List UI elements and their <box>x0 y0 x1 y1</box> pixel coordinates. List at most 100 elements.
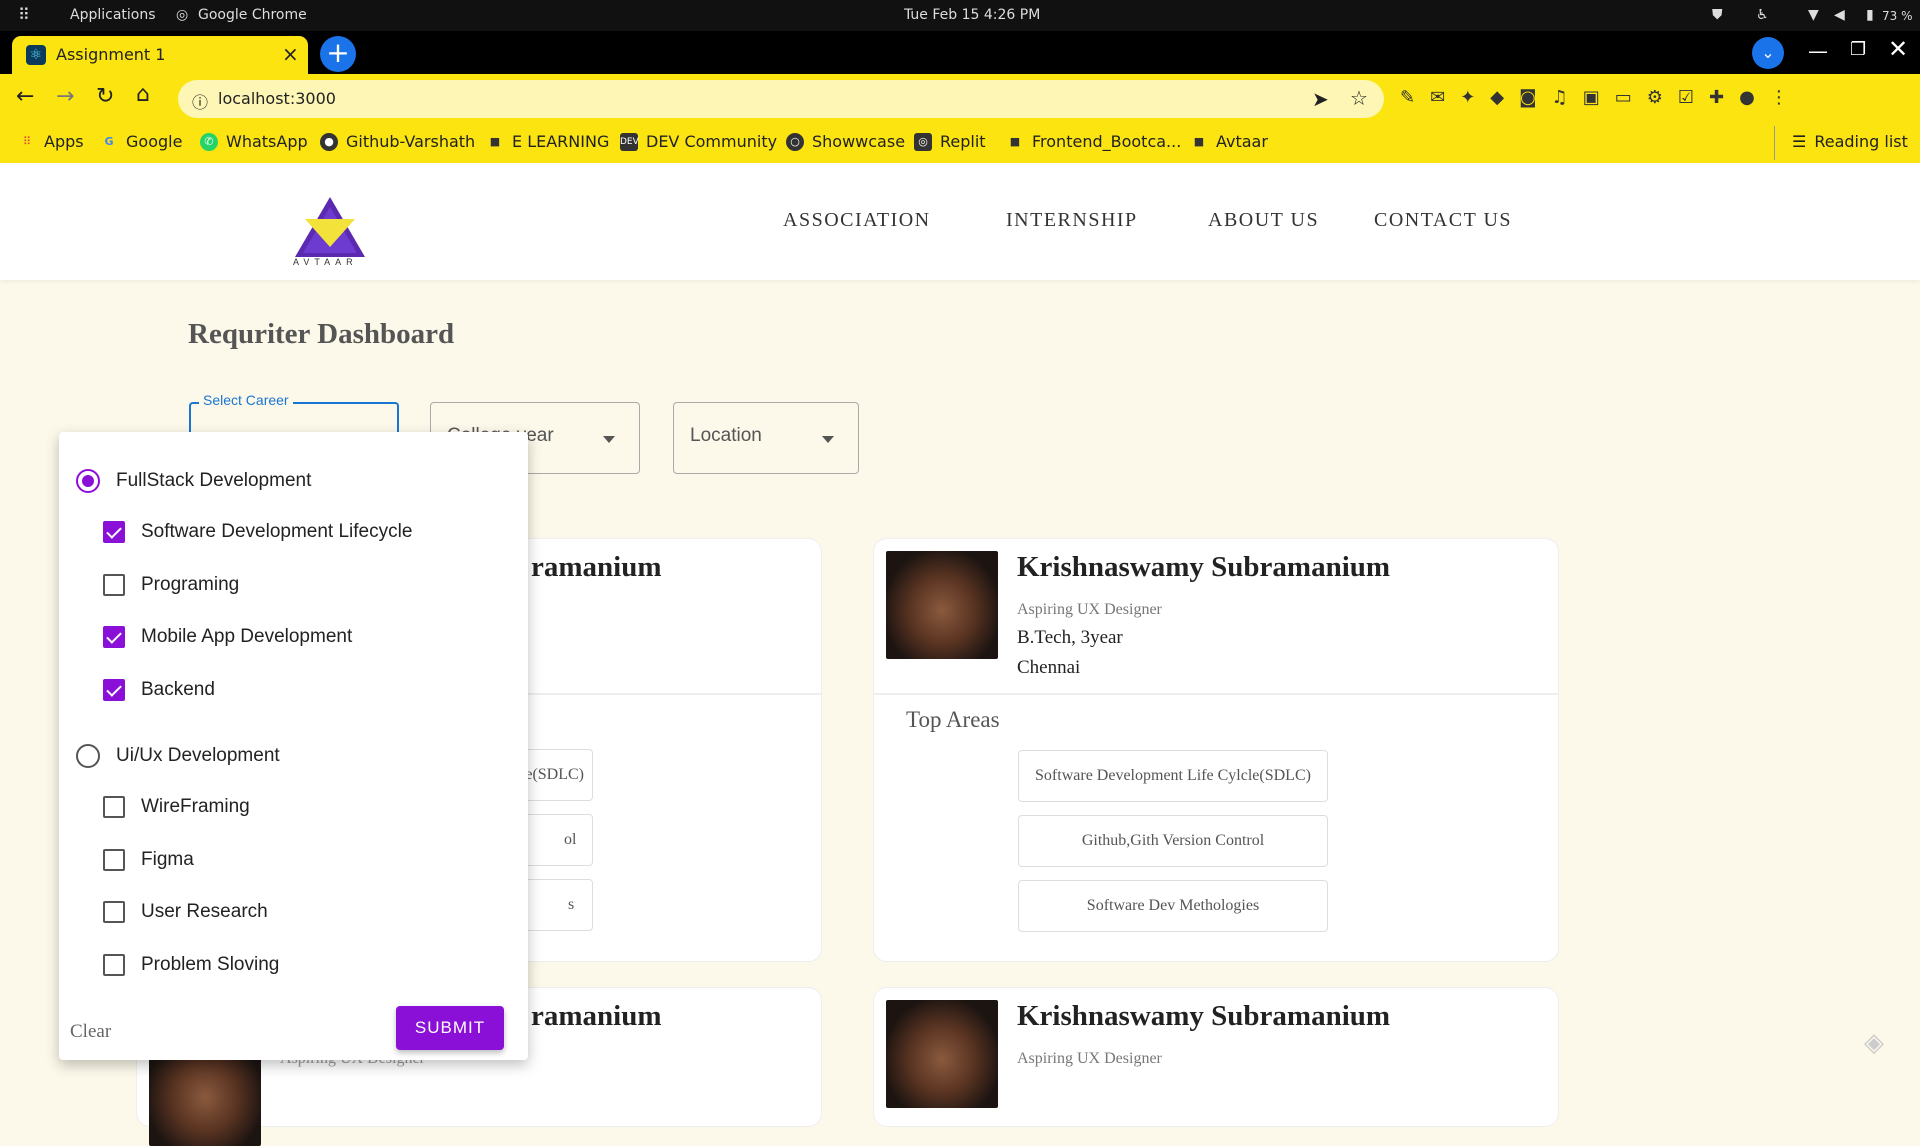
checkbox-extension-icon[interactable]: ☑ <box>1678 87 1694 108</box>
radio-uiux[interactable]: Ui/Ux Development <box>76 744 280 768</box>
checkbox-checked-icon[interactable] <box>103 521 125 543</box>
nav-contact-us[interactable]: CONTACT US <box>1374 209 1512 232</box>
settings-extension-icon[interactable]: ⚙ <box>1647 87 1663 108</box>
extension-icon[interactable]: ♫ <box>1552 87 1568 108</box>
radio-fullstack[interactable]: FullStack Development <box>76 469 311 493</box>
extension-icon[interactable]: ✦ <box>1460 87 1475 108</box>
back-icon[interactable]: ← <box>16 84 34 109</box>
checkbox-user-research[interactable]: User Research <box>103 901 268 923</box>
minimize-icon[interactable]: — <box>1808 39 1828 63</box>
home-icon[interactable]: ⌂ <box>136 82 150 107</box>
site-header: AVTAAR ASSOCIATION INTERNSHIP ABOUT US C… <box>0 163 1920 280</box>
checkbox-icon[interactable] <box>103 954 125 976</box>
tab-search-icon[interactable]: ⌄ <box>1752 37 1784 69</box>
bookmark-showwcase[interactable]: ○ Showwcase <box>786 132 905 151</box>
radio-unselected-icon[interactable] <box>76 744 100 768</box>
clear-button[interactable]: Clear <box>70 1021 111 1043</box>
tab-assignment[interactable]: ⚛ Assignment 1 × <box>12 36 308 74</box>
shield-icon: ⛊ <box>1712 7 1723 23</box>
checkbox-figma[interactable]: Figma <box>103 849 194 871</box>
applications-menu[interactable]: Applications <box>70 7 156 23</box>
send-icon[interactable]: ➤ <box>1312 87 1329 111</box>
bookmark-github[interactable]: ● Github-Varshath <box>320 132 475 151</box>
info-icon[interactable]: ⓘ <box>192 89 208 113</box>
bookmark-apps[interactable]: ⠿ Apps <box>18 132 84 151</box>
url-text[interactable]: localhost:3000 <box>218 89 336 108</box>
tab-title: Assignment 1 <box>56 45 166 64</box>
checkbox-backend[interactable]: Backend <box>103 679 215 701</box>
battery-icon[interactable]: ▮ <box>1866 7 1874 23</box>
checkbox-icon[interactable] <box>103 901 125 923</box>
reload-icon[interactable]: ↻ <box>96 84 114 109</box>
bookmark-google[interactable]: G Google <box>100 132 182 151</box>
camera-extension-icon[interactable]: ◙ <box>1519 87 1536 108</box>
browser-toolbar: ← → ↻ ⌂ ⓘ localhost:3000 ➤ ☆ ✎ ✉ ✦ ◆ ◙ ♫… <box>0 74 1920 124</box>
submit-button[interactable]: SUBMIT <box>396 1006 504 1050</box>
browser-app-name[interactable]: Google Chrome <box>198 7 307 23</box>
candidate-education: B.Tech, 3year <box>1017 627 1123 648</box>
checkbox-wireframing[interactable]: WireFraming <box>103 796 250 818</box>
bookmark-star-icon[interactable]: ☆ <box>1350 86 1368 110</box>
checkbox-sdlc[interactable]: Software Development Lifecycle <box>103 521 412 543</box>
battery-level: 73 % <box>1882 9 1913 23</box>
address-bar[interactable]: ⓘ localhost:3000 ➤ ☆ <box>178 80 1384 118</box>
bookmark-replit[interactable]: ◎ Replit <box>914 132 986 151</box>
radio-selected-icon[interactable] <box>76 469 100 493</box>
bookmark-elearning[interactable]: ■ E LEARNING <box>486 132 610 151</box>
forward-icon[interactable]: → <box>56 84 74 109</box>
avtaar-logo[interactable]: AVTAAR <box>293 195 367 267</box>
checkbox-icon[interactable] <box>103 849 125 871</box>
candidate-name: ramanium <box>531 1000 662 1032</box>
nav-internship[interactable]: INTERNSHIP <box>1006 209 1138 232</box>
checkbox-problem-solving[interactable]: Problem Sloving <box>103 954 279 976</box>
react-icon: ⚛ <box>26 45 46 65</box>
volume-icon[interactable]: ◀ <box>1834 7 1845 23</box>
reading-list-button[interactable]: ☰ Reading list <box>1792 132 1908 151</box>
github-icon: ● <box>320 132 338 151</box>
puzzle-icon[interactable]: ✚ <box>1709 87 1724 108</box>
location-label: Location <box>690 425 762 446</box>
candidate-name: Krishnaswamy Subramanium <box>1017 551 1391 583</box>
cast-icon[interactable]: ▭ <box>1615 87 1632 108</box>
candidate-card[interactable]: Krishnaswamy Subramanium Aspiring UX Des… <box>873 538 1559 962</box>
checkbox-checked-icon[interactable] <box>103 626 125 648</box>
extension-icon[interactable]: ◆ <box>1490 87 1504 108</box>
bookmark-whatsapp[interactable]: ✆ WhatsApp <box>200 132 308 151</box>
new-tab-button[interactable]: + <box>320 36 356 72</box>
bookmark-dev[interactable]: DEV DEV Community <box>620 132 777 151</box>
nav-about-us[interactable]: ABOUT US <box>1208 209 1319 232</box>
profile-avatar[interactable]: ● <box>1739 87 1755 108</box>
checkbox-programing[interactable]: Programing <box>103 574 239 596</box>
wifi-icon[interactable]: ▼ <box>1808 7 1819 23</box>
apps-grid-icon[interactable]: ⠿ <box>18 5 30 24</box>
nav-association[interactable]: ASSOCIATION <box>783 209 931 232</box>
bookmark-frontend-bootcamp[interactable]: ■ Frontend_Bootca... <box>1006 132 1182 151</box>
extension-icon[interactable]: ▣ <box>1583 87 1600 108</box>
checkbox-checked-icon[interactable] <box>103 679 125 701</box>
bookmark-avtaar[interactable]: ■ Avtaar <box>1190 132 1268 151</box>
checkbox-icon[interactable] <box>103 796 125 818</box>
close-window-icon[interactable]: ✕ <box>1888 35 1908 63</box>
replit-icon: ◎ <box>914 132 932 151</box>
restore-icon[interactable]: ❐ <box>1850 39 1866 60</box>
accessibility-icon[interactable]: ♿ <box>1756 7 1769 23</box>
checkbox-icon[interactable] <box>103 574 125 596</box>
folder-icon: ■ <box>1193 134 1205 148</box>
chevron-down-icon <box>603 436 615 443</box>
folder-icon: ■ <box>489 134 501 148</box>
google-icon: G <box>104 134 114 148</box>
extensions-area: ✎ ✉ ✦ ◆ ◙ ♫ ▣ ▭ ⚙ ☑ ✚ ● ⋮ <box>1400 87 1788 108</box>
os-top-bar: ⠿ Applications ◎ Google Chrome Tue Feb 1… <box>0 0 1920 31</box>
more-menu-icon[interactable]: ⋮ <box>1770 87 1788 108</box>
mail-extension-icon[interactable]: ✉ <box>1430 87 1445 108</box>
location-select[interactable]: Location <box>673 402 859 474</box>
close-tab-icon[interactable]: × <box>282 42 299 66</box>
chevron-down-icon <box>822 436 834 443</box>
career-dropdown-menu: FullStack Development Software Developme… <box>59 432 528 1060</box>
clock[interactable]: Tue Feb 15 4:26 PM <box>904 7 1040 23</box>
checkbox-mobile-app[interactable]: Mobile App Development <box>103 626 352 648</box>
chrome-icon: ◎ <box>176 7 189 23</box>
extension-icon[interactable]: ✎ <box>1400 87 1415 108</box>
candidate-card[interactable]: Krishnaswamy Subramanium Aspiring UX Des… <box>873 987 1559 1127</box>
scroll-top-icon[interactable]: ◈ <box>1864 1028 1884 1058</box>
